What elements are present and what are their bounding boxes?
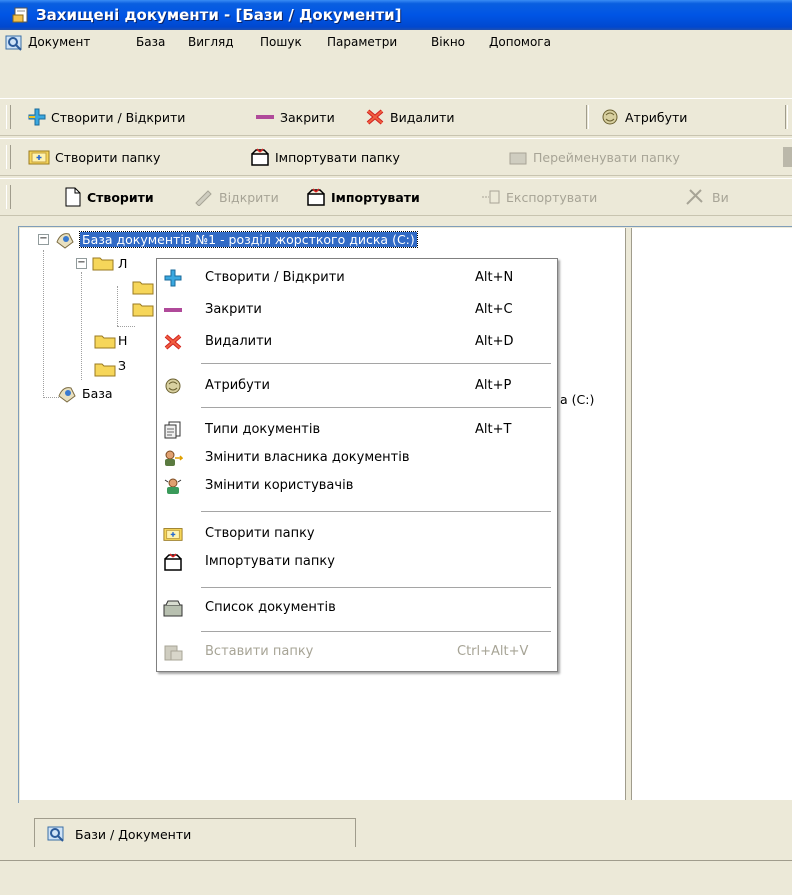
tree-root-2-suffix: а (C:) <box>560 392 595 407</box>
title-bar[interactable]: Захищені документи - [Бази / Документи] <box>0 0 792 30</box>
partial-toolbar-button[interactable]: Ви <box>685 187 729 207</box>
import-folder-icon <box>251 148 269 166</box>
tree-connector <box>81 272 82 380</box>
tree-root-selected[interactable]: База документів №1 - розділ жорсткого ди… <box>79 231 418 248</box>
delete-button[interactable]: Видалити <box>365 107 455 127</box>
toolbar-grip[interactable] <box>6 105 11 129</box>
plus-icon <box>164 269 182 287</box>
menu-base[interactable]: База <box>136 35 165 49</box>
toolbar-grip[interactable] <box>6 185 11 209</box>
ctx-create-folder[interactable]: Створити папку <box>157 521 557 547</box>
window-tab-bar: Бази / Документи <box>18 814 792 848</box>
database-icon <box>56 233 74 249</box>
users-icon <box>164 478 182 494</box>
tree-folder-3[interactable]: Н <box>118 333 127 348</box>
menu-parameters[interactable]: Параметри <box>327 35 397 49</box>
new-document-icon <box>65 187 81 207</box>
tree-connector <box>117 326 135 327</box>
attributes-icon <box>165 378 181 394</box>
context-menu: Створити / Відкрити Alt+N Закрити Alt+C … <box>156 258 558 672</box>
create-open-button[interactable]: Створити / Відкрити <box>28 107 185 127</box>
import-folder-button[interactable]: Імпортувати папку <box>250 147 400 167</box>
import-document-button[interactable]: Імпортувати <box>306 187 420 207</box>
tree-folder-1[interactable]: Л <box>118 256 127 271</box>
menu-separator <box>201 407 551 408</box>
tree-connector <box>117 286 118 326</box>
close-button[interactable]: Закрити <box>255 107 335 127</box>
tree-root-2[interactable]: База <box>82 386 113 401</box>
folder-icon <box>132 281 154 295</box>
rename-folder-button[interactable]: Перейменувати папку <box>508 147 680 167</box>
new-folder-icon <box>28 150 50 165</box>
doc-list-icon <box>163 600 183 617</box>
folder-icon <box>94 363 116 377</box>
document-list-pane[interactable] <box>631 228 792 800</box>
database-icon <box>58 387 76 403</box>
ctx-import-folder[interactable]: Імпортувати папку <box>157 549 557 575</box>
delete-icon <box>366 109 384 125</box>
ctx-paste-folder[interactable]: Вставити папку Ctrl+Alt+V <box>157 639 557 665</box>
import-folder-icon <box>164 553 182 571</box>
ctx-change-users[interactable]: Змінити користувачів <box>157 473 557 499</box>
delete-icon <box>164 334 182 350</box>
paste-folder-icon <box>164 645 183 661</box>
menu-app-icon <box>5 35 22 51</box>
tree-folder-4[interactable]: З <box>118 358 126 373</box>
menu-window[interactable]: Вікно <box>431 35 465 49</box>
menu-separator <box>201 587 551 588</box>
menu-document[interactable]: Документ <box>28 35 90 49</box>
ctx-doc-list[interactable]: Список документів <box>157 595 557 621</box>
create-document-button[interactable]: Створити <box>64 187 154 207</box>
export-icon <box>482 190 500 204</box>
folder-icon <box>92 257 114 271</box>
ctx-attributes[interactable]: Атрибути Alt+P <box>157 373 557 399</box>
ctx-doc-types[interactable]: Типи документів Alt+T <box>157 417 557 443</box>
doc-types-icon <box>164 421 181 439</box>
menu-view[interactable]: Вигляд <box>188 35 234 49</box>
folder-icon <box>94 335 116 349</box>
open-document-icon <box>195 190 212 206</box>
rename-folder-icon <box>509 152 527 165</box>
owner-icon <box>165 450 183 466</box>
ctx-delete[interactable]: Видалити Alt+D <box>157 329 557 355</box>
window-title: Захищені документи - [Бази / Документи] <box>36 6 402 24</box>
app-icon <box>12 7 28 23</box>
tab-app-icon <box>47 826 64 842</box>
tab-bases-documents[interactable]: Бази / Документи <box>34 818 356 847</box>
attributes-button[interactable]: Атрибути <box>600 107 687 127</box>
toolbar-documents: Створити Відкрити Імпортувати Експортува… <box>0 178 792 216</box>
ctx-change-owner[interactable]: Змінити власника документів <box>157 445 557 471</box>
toolbar-separator <box>785 105 788 129</box>
new-folder-icon <box>163 528 183 541</box>
plus-icon <box>28 108 46 126</box>
attributes-icon <box>602 109 618 125</box>
create-folder-button[interactable]: Створити папку <box>28 147 160 167</box>
tree-connector <box>43 250 44 398</box>
import-icon <box>307 188 325 206</box>
menu-separator <box>201 363 551 364</box>
export-document-button[interactable]: Експортувати <box>481 187 597 207</box>
status-bar <box>0 860 792 895</box>
toolbar-grip[interactable] <box>6 145 11 169</box>
tool-icon <box>686 189 703 205</box>
tree-collapse-toggle[interactable]: − <box>76 258 87 269</box>
menu-separator <box>201 511 551 512</box>
ctx-create-open[interactable]: Створити / Відкрити Alt+N <box>157 265 557 291</box>
ctx-close[interactable]: Закрити Alt+C <box>157 297 557 323</box>
menu-separator <box>201 631 551 632</box>
menu-search[interactable]: Пошук <box>260 35 302 49</box>
toolbar-main: Створити / Відкрити Закрити Видалити Атр… <box>0 98 792 136</box>
minus-icon <box>164 308 182 312</box>
tree-collapse-toggle[interactable]: − <box>38 234 49 245</box>
minus-icon <box>256 115 274 119</box>
toolbar-separator <box>586 105 589 129</box>
menu-help[interactable]: Допомога <box>489 35 551 49</box>
menu-bar: Документ База Вигляд Пошук Параметри Вік… <box>0 30 792 56</box>
folder-icon <box>132 303 154 317</box>
open-document-button[interactable]: Відкрити <box>194 187 279 207</box>
toolbar-folders: Створити папку Імпортувати папку Перейме… <box>0 138 792 176</box>
toolbar-overflow-icon <box>783 147 792 167</box>
